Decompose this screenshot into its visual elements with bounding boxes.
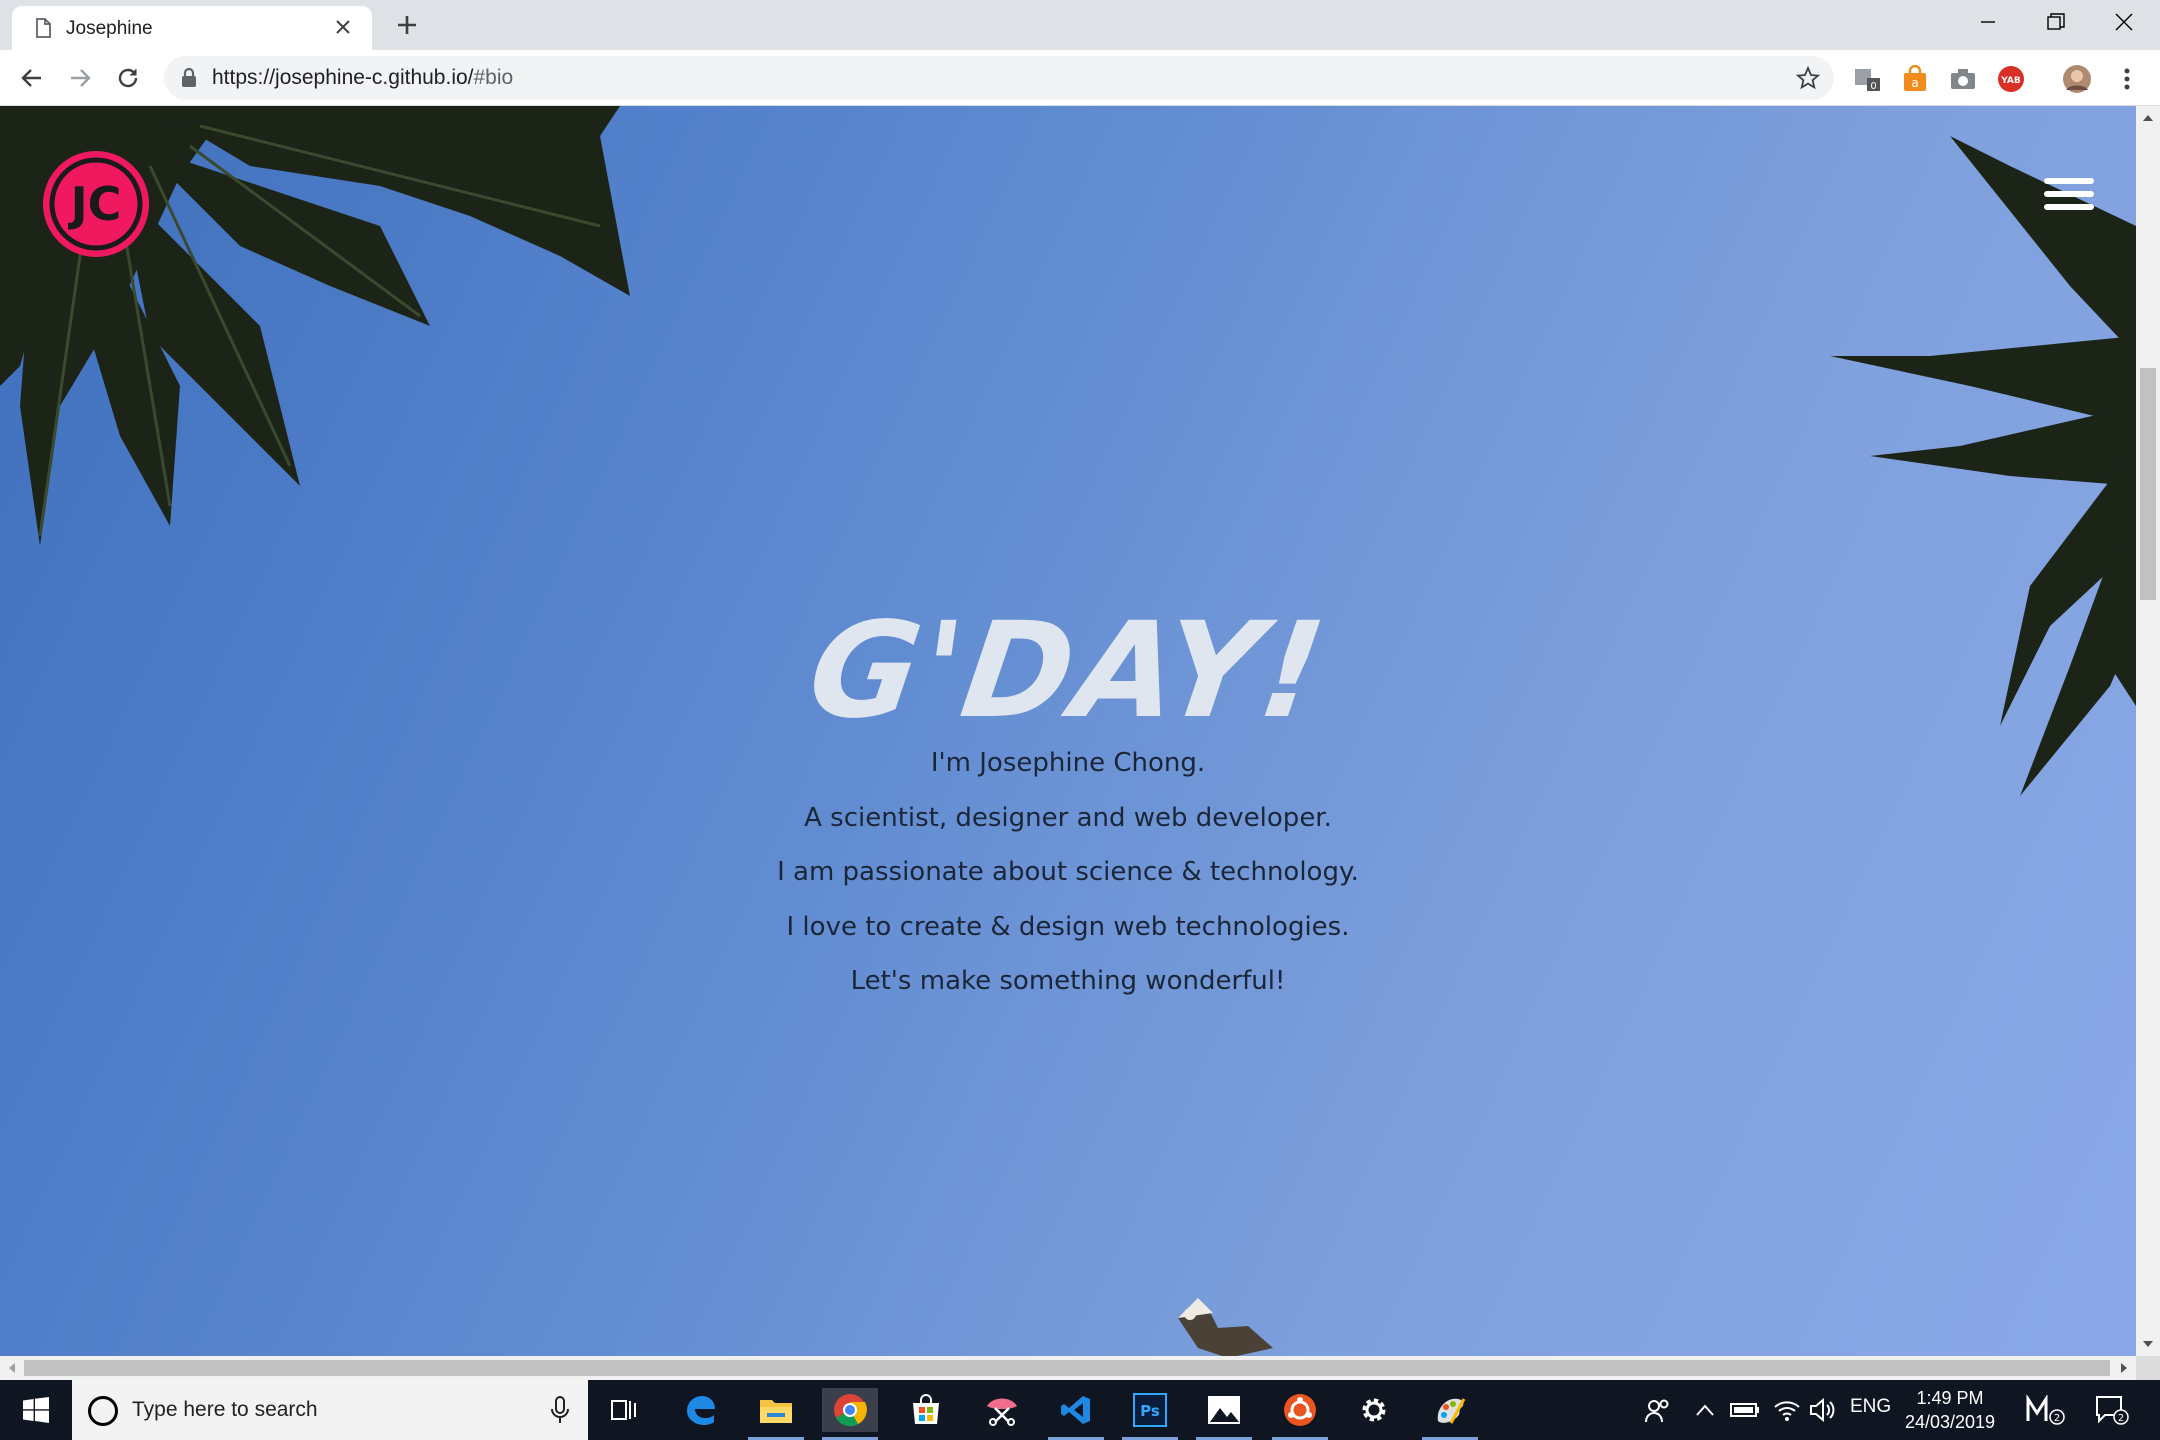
taskbar-search-box[interactable]: Type here to search [72,1380,588,1440]
photos-app-icon[interactable] [1196,1388,1252,1440]
vscode-icon[interactable] [1048,1388,1104,1440]
hamburger-menu-icon[interactable] [2044,178,2094,218]
volume-icon[interactable] [1806,1388,1840,1432]
system-clock[interactable]: 1:49 PM 24/03/2019 [1880,1386,2020,1434]
photoshop-icon[interactable]: Ps [1122,1388,1178,1440]
mail-badge-icon[interactable]: 2 [2024,1388,2068,1432]
horizontal-scroll-thumb[interactable] [24,1360,2110,1376]
settings-gear-icon[interactable] [1352,1388,1396,1432]
tray-chevron-up-icon[interactable] [1690,1388,1720,1432]
file-explorer-icon[interactable] [748,1388,804,1440]
microsoft-store-icon[interactable] [904,1388,948,1432]
camera-extension-icon[interactable] [1948,64,1978,94]
lock-icon[interactable] [180,67,200,88]
tab-strip: Josephine [0,0,2160,50]
horizontal-scrollbar[interactable] [0,1356,2136,1380]
edge-browser-icon[interactable] [678,1388,722,1432]
menu-kebab-icon[interactable] [2112,64,2142,94]
vertical-scrollbar[interactable] [2136,106,2160,1356]
bio-line-role: A scientist, designer and web developer. [804,802,1332,833]
search-placeholder: Type here to search [132,1398,318,1421]
reload-button[interactable] [110,60,146,96]
svg-text:a: a [1911,76,1918,90]
scrollbar-corner [2136,1356,2160,1380]
extension-puzzle-icon[interactable]: 0 [1852,64,1882,94]
page-viewport: JC G'DAY! I'm Josephine Chong. A scienti… [0,106,2136,1356]
svg-text:JC: JC [68,177,122,231]
new-tab-button[interactable] [390,8,424,42]
chrome-icon[interactable] [822,1388,878,1440]
shopping-bag-extension-icon[interactable]: a [1900,64,1930,94]
windows-taskbar: Type here to search Ps ENG 1:49 PM 24/03… [0,1380,2160,1440]
greeting-heading: G'DAY! [800,594,1336,748]
vertical-scroll-thumb[interactable] [2140,368,2156,600]
svg-text:YAB: YAB [2000,76,2021,86]
minimize-button[interactable] [1954,0,2022,44]
people-icon[interactable] [1636,1388,1680,1432]
back-button[interactable] [14,60,50,96]
wifi-icon[interactable] [1770,1388,1804,1432]
paint-3d-icon[interactable] [1422,1388,1478,1440]
bird-image [1178,1298,1273,1356]
svg-text:0: 0 [1870,81,1876,92]
snip-sketch-icon[interactable] [980,1388,1024,1432]
forward-button[interactable] [62,60,98,96]
page-icon [32,17,54,39]
action-center-icon[interactable]: 2 [2090,1388,2134,1432]
profile-avatar[interactable] [2062,64,2092,94]
jc-logo[interactable]: JC [40,148,152,260]
clock-date: 24/03/2019 [1904,1412,1996,1432]
browser-toolbar: https://josephine-c.github.io/#bio 0 a Y… [0,50,2160,106]
svg-text:Ps: Ps [1140,1402,1160,1420]
yab-extension-icon[interactable]: YAB [1996,64,2026,94]
clock-time: 1:49 PM [1916,1388,1984,1408]
tab-title: Josephine [66,18,153,39]
task-view-icon[interactable] [602,1388,646,1432]
ubuntu-icon[interactable] [1272,1388,1328,1440]
bio-line-closing: Let's make something wonderful! [850,966,1286,996]
tab-josephine[interactable]: Josephine [12,6,372,50]
bio-line-love: I love to create & design web technologi… [786,911,1350,942]
svg-text:2: 2 [2118,1413,2124,1424]
cortana-icon[interactable] [88,1396,118,1426]
bio-line-passion: I am passionate about science & technolo… [777,857,1359,887]
close-window-button[interactable] [2090,0,2158,44]
address-bar[interactable]: https://josephine-c.github.io/#bio [164,56,1834,100]
svg-text:2: 2 [2054,1413,2060,1424]
bio-section: G'DAY! I'm Josephine Chong. A scientist,… [0,594,2136,1009]
bookmark-star-icon[interactable] [1794,64,1822,92]
battery-icon[interactable] [1728,1388,1762,1432]
close-tab-icon[interactable] [330,14,356,40]
restore-button[interactable] [2022,0,2090,44]
url-text[interactable]: https://josephine-c.github.io/#bio [212,66,513,90]
windows-start-button[interactable] [0,1380,72,1440]
microphone-icon[interactable] [550,1396,570,1424]
